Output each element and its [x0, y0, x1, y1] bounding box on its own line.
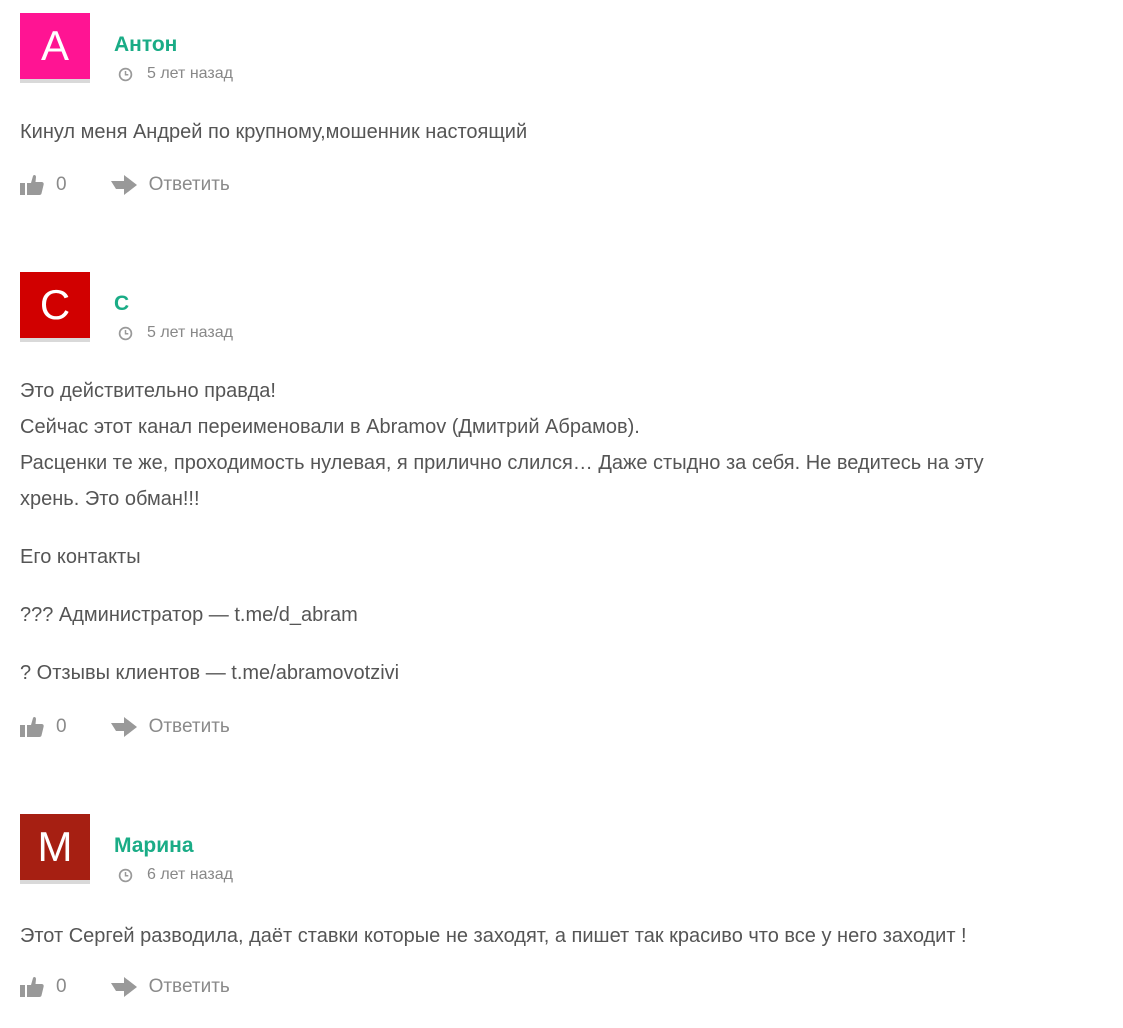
thumbs-up-icon[interactable] — [20, 976, 44, 998]
comment-body: Это действительно правда! Сейчас этот ка… — [20, 373, 984, 691]
comment-meta: 5 лет назад — [118, 323, 233, 343]
comment-paragraph: Это действительно правда! — [20, 380, 276, 402]
avatar: М — [20, 814, 90, 884]
reply-button[interactable]: Ответить — [149, 174, 230, 196]
reply-button[interactable]: Ответить — [149, 716, 230, 738]
comment-paragraph: ??? Администратор — t.me/d_abram — [20, 604, 358, 626]
comment-actions: 0 Ответить — [20, 973, 230, 1001]
like-count: 0 — [56, 716, 67, 737]
comment-paragraph: Сейчас этот канал переименовали в Abramo… — [20, 416, 640, 438]
thumbs-up-icon[interactable] — [20, 716, 44, 738]
comment-author[interactable]: С — [114, 292, 129, 316]
comment-paragraph: Его контакты — [20, 546, 141, 568]
comment-paragraph: ? Отзывы клиентов — t.me/abramovotzivi — [20, 662, 400, 684]
clock-icon — [118, 67, 133, 81]
comment-paragraph: хрень. Это обман!!! — [20, 488, 200, 510]
like-count: 0 — [56, 976, 67, 997]
reply-arrow-icon[interactable] — [110, 717, 137, 737]
comment-meta: 6 лет назад — [118, 865, 233, 885]
comment-author[interactable]: Антон — [114, 33, 177, 57]
clock-icon — [118, 326, 133, 340]
reply-arrow-icon[interactable] — [110, 977, 137, 997]
comment-actions: 0 Ответить — [20, 713, 230, 741]
comment-time: 6 лет назад — [147, 866, 233, 883]
avatar: С — [20, 272, 90, 342]
comment-time: 5 лет назад — [147, 324, 233, 341]
comment-time: 5 лет назад — [147, 65, 233, 82]
comment-actions: 0 Ответить — [20, 171, 230, 199]
comment-paragraph: Расценки те же, проходимость нулевая, я … — [20, 452, 984, 474]
comment-paragraph: Кинул меня Андрей по крупному,мошенник н… — [20, 121, 528, 143]
comment-paragraph: Этот Сергей разводила, даёт ставки котор… — [20, 925, 967, 947]
comment-meta: 5 лет назад — [118, 64, 233, 84]
comment-body: Кинул меня Андрей по крупному,мошенник н… — [20, 114, 527, 150]
comment-body: Этот Сергей разводила, даёт ставки котор… — [20, 918, 967, 954]
like-count: 0 — [56, 174, 67, 195]
avatar: А — [20, 13, 90, 83]
thumbs-up-icon[interactable] — [20, 174, 44, 196]
comment-author[interactable]: Марина — [114, 834, 194, 858]
clock-icon — [118, 868, 133, 882]
reply-arrow-icon[interactable] — [110, 175, 137, 195]
reply-button[interactable]: Ответить — [149, 976, 230, 998]
